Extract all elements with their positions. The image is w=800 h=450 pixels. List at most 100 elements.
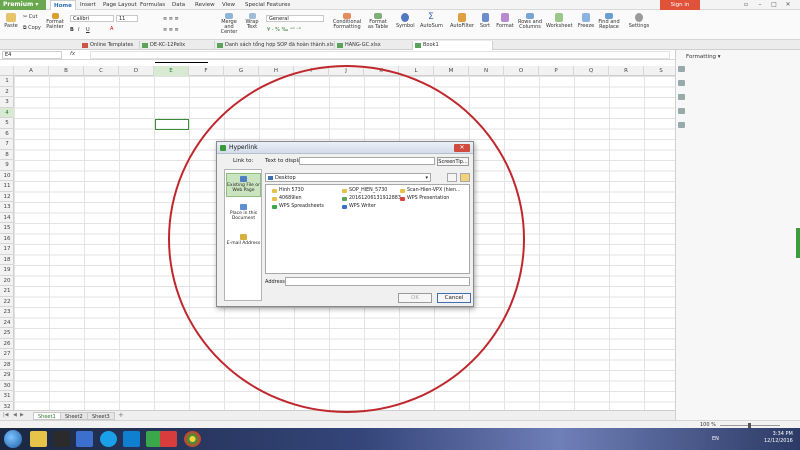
column-header[interactable]: P	[539, 66, 574, 76]
address-input[interactable]	[285, 277, 470, 286]
row-header[interactable]: 13	[0, 202, 14, 213]
row-header[interactable]: 12	[0, 192, 14, 202]
pane-format-icon[interactable]	[678, 66, 685, 72]
tab-view[interactable]: View	[222, 0, 235, 10]
settings-button[interactable]: Settings	[627, 13, 651, 29]
column-header[interactable]: R	[609, 66, 644, 76]
row-header[interactable]: 26	[0, 339, 14, 349]
row-header[interactable]: 29	[0, 370, 14, 381]
row-header[interactable]: 30	[0, 381, 14, 391]
tab-special-features[interactable]: Special Features	[245, 0, 290, 10]
italic-button[interactable]: I	[78, 27, 79, 33]
sheet-tab-3[interactable]: Sheet3	[87, 412, 115, 420]
row-header[interactable]: 7	[0, 139, 14, 150]
tab-review[interactable]: Review	[195, 0, 215, 10]
look-in-select[interactable]: Desktop ▾	[265, 173, 431, 182]
row-header[interactable]: 20	[0, 276, 14, 286]
doc-tab-de-kc[interactable]: DE-KC-12Pelix	[140, 41, 215, 50]
row-header[interactable]: 28	[0, 360, 14, 370]
sheet-tab-1[interactable]: Sheet1	[33, 412, 61, 420]
file-item[interactable]: 20161206131912883	[342, 196, 401, 202]
row-header[interactable]: 3	[0, 97, 14, 108]
skype-icon[interactable]	[100, 431, 117, 447]
row-header[interactable]: 16	[0, 234, 14, 244]
conditional-formatting-button[interactable]: Conditional Formatting	[332, 13, 362, 30]
font-name-select[interactable]: Calibri	[70, 15, 114, 22]
column-header[interactable]: N	[469, 66, 504, 76]
link-option-existing-file[interactable]: Existing File or Web Page	[226, 173, 261, 197]
tab-page-layout[interactable]: Page Layout	[103, 0, 137, 10]
autosum-button[interactable]: Σ AutoSum	[420, 13, 443, 30]
column-header[interactable]: G	[224, 66, 259, 76]
row-header[interactable]: 18	[0, 255, 14, 265]
row-header[interactable]: 23	[0, 307, 14, 318]
maximize-icon[interactable]: □	[768, 0, 780, 10]
link-option-email[interactable]: E-mail Address	[226, 232, 261, 248]
minimize-icon[interactable]: –	[754, 0, 766, 10]
close-icon[interactable]: ✕	[782, 0, 794, 10]
column-header[interactable]: I	[294, 66, 329, 76]
column-header[interactable]: E	[154, 66, 189, 76]
windows-start-icon[interactable]	[4, 430, 22, 448]
row-header[interactable]: 5	[0, 118, 14, 129]
align-center-icon[interactable]: ≡ ≡ ≡	[163, 27, 179, 33]
media-player-icon[interactable]	[53, 431, 70, 447]
font-color-icon[interactable]: A	[110, 26, 113, 32]
file-item[interactable]: Scan-Hien-VPX (hien...	[400, 188, 461, 194]
doc-tab-online-templates[interactable]: Online Templates	[80, 41, 140, 50]
cut-button[interactable]: ✂ Cut	[23, 14, 37, 20]
rows-columns-button[interactable]: Rows and Columns	[518, 13, 542, 30]
text-to-display-input[interactable]	[299, 157, 435, 165]
restore-icon[interactable]: ▫	[740, 0, 752, 10]
column-header[interactable]: O	[504, 66, 539, 76]
align-icon[interactable]: ≡ ≡ ≡	[163, 16, 179, 22]
row-header[interactable]: 2	[0, 87, 14, 97]
skype-business-icon[interactable]	[123, 431, 140, 447]
select-all-corner[interactable]	[0, 66, 14, 76]
file-list[interactable]: Hinh 5730 SOP_HIEN_5730 Scan-Hien-VPX (h…	[265, 184, 470, 274]
language-indicator[interactable]: EN	[712, 436, 719, 442]
row-header[interactable]: 10	[0, 171, 14, 181]
paste-button[interactable]: Paste	[3, 13, 19, 29]
dialog-close-button[interactable]: ✕	[454, 144, 470, 152]
row-header[interactable]: 15	[0, 223, 14, 234]
column-header[interactable]: D	[119, 66, 154, 76]
tab-home[interactable]: Home	[50, 0, 76, 10]
dialog-title-bar[interactable]: Hyperlink ✕	[217, 142, 473, 154]
app-menu-button[interactable]: Premium ▾	[0, 0, 46, 10]
pane-help-icon[interactable]	[678, 122, 685, 128]
autofilter-button[interactable]: AutoFilter	[450, 13, 474, 29]
first-sheet-icon[interactable]: |◀	[3, 412, 9, 418]
row-header[interactable]: 11	[0, 181, 14, 192]
format-button[interactable]: Format	[496, 13, 514, 29]
active-cell-e4[interactable]	[155, 119, 189, 130]
file-item[interactable]: WPS Writer	[342, 204, 376, 210]
column-header[interactable]: C	[84, 66, 119, 76]
column-header[interactable]: B	[49, 66, 84, 76]
app-icon-blue[interactable]	[76, 431, 93, 447]
chrome-icon[interactable]	[184, 431, 201, 447]
doc-tab-book1[interactable]: Book1	[413, 41, 493, 50]
tab-insert[interactable]: Insert	[80, 0, 96, 10]
pane-select-icon[interactable]	[678, 94, 685, 100]
pane-scroll-handle[interactable]	[796, 228, 800, 258]
row-header[interactable]: 21	[0, 286, 14, 297]
file-item[interactable]: Hinh 5730	[272, 188, 304, 194]
browse-folder-icon[interactable]	[460, 173, 470, 182]
column-header[interactable]: F	[189, 66, 224, 76]
pane-backup-icon[interactable]	[678, 108, 685, 114]
format-as-table-button[interactable]: Format as Table	[366, 13, 390, 30]
column-header[interactable]: A	[14, 66, 49, 76]
column-header[interactable]: K	[364, 66, 399, 76]
currency-icon[interactable]: ¥ - % ‰ ⁺⁰ ⁻⁰	[267, 27, 301, 33]
task-pane-title[interactable]: Formatting ▾	[686, 54, 721, 60]
font-size-select[interactable]: 11	[116, 15, 138, 22]
add-sheet-button[interactable]: +	[118, 411, 124, 419]
up-folder-icon[interactable]	[447, 173, 457, 182]
tab-data[interactable]: Data	[172, 0, 185, 10]
next-sheet-icon[interactable]: ▶	[20, 412, 24, 418]
merge-center-button[interactable]: Merge and Center	[218, 13, 240, 35]
file-item[interactable]: SOP_HIEN_5730	[342, 188, 387, 194]
doc-tab-danh-sach[interactable]: Danh sách tổng hợp SOP đã hoàn thành.xls	[215, 41, 335, 50]
freeze-button[interactable]: Freeze	[577, 13, 595, 29]
